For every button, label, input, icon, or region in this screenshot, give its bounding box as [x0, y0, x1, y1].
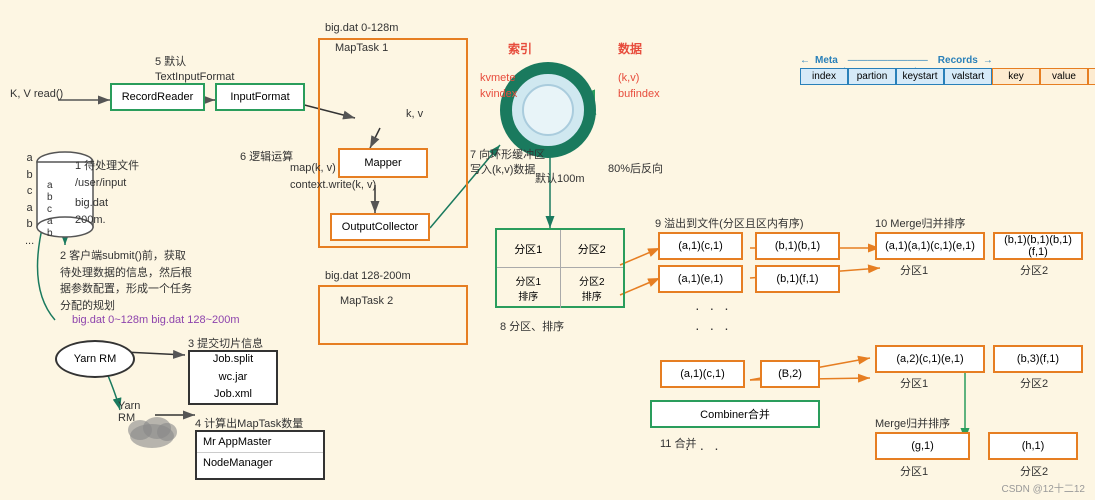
record-reader-box: RecordReader: [110, 83, 205, 111]
spill-b1f1-box: (b,1)(f,1): [755, 265, 840, 293]
partition2-merge-label: 分区2: [1020, 262, 1048, 278]
partion-col: partion: [848, 68, 896, 85]
file-info-label: 1 待处理文件 /user/input big.dat 200m.: [75, 158, 139, 228]
kv-label: k, v: [406, 108, 423, 120]
final-h1-box: (h,1): [988, 432, 1078, 460]
job-files-box: Job.split wc.jar Job.xml: [188, 350, 278, 405]
default-100m-label: 默认100m: [535, 170, 585, 186]
kvindex-label: kvindex: [480, 88, 517, 100]
value-col: value: [1040, 68, 1088, 85]
submit-info3-label: 3 提交切片信息: [188, 335, 263, 351]
svg-text:a: a: [47, 180, 53, 191]
svg-text:b: b: [47, 192, 53, 203]
big-dat-128-200-container: [318, 285, 468, 345]
maptask2-label: MapTask 2: [340, 295, 393, 307]
dots3: · · ·: [685, 440, 722, 456]
kv-data-label: (k,v): [618, 72, 639, 84]
client-oval: Yarn RM: [55, 340, 135, 378]
app-master-box: Mr AppMaster NodeManager: [195, 430, 325, 480]
index-col: index: [800, 68, 848, 85]
key-col: key: [992, 68, 1040, 85]
dots2: · · ·: [695, 320, 732, 336]
partition1-merge-label: 分区1: [900, 262, 928, 278]
merge-result1-box: (a,1)(a,1)(c,1)(e,1): [875, 232, 985, 260]
footer: CSDN @12十二12: [1001, 480, 1085, 495]
diagram-container: K, V read() RecordReader 5 默认 TextInputF…: [0, 0, 1095, 500]
partition2-final-label: 分区2: [1020, 463, 1048, 479]
merge-sort-label: 10 Merge归并排序: [875, 215, 965, 231]
big-dat-128-200-label: big.dat 128-200m: [325, 270, 411, 282]
index-label: 索引: [508, 40, 532, 57]
kv-read-label: K, V read(): [10, 88, 63, 100]
combine-result1-box: (a,2)(c,1)(e,1): [875, 345, 985, 373]
reverse-80-label: 80%后反向: [608, 160, 663, 176]
combiner-a1c1-box: (a,1)(c,1): [660, 360, 745, 388]
sort-label: 8 分区、排序: [500, 318, 564, 334]
partition2-cell: 分区2: [561, 230, 624, 267]
compute-maptask-label: 4 计算出MapTask数量: [195, 415, 303, 431]
dots1: · · ·: [695, 300, 732, 316]
input-format-box: InputFormat: [215, 83, 305, 111]
spill-b1b1-box: (b,1)(b,1): [755, 232, 840, 260]
merge-sort2-label: Merge归并排序: [875, 415, 950, 431]
merge-result2-box: (b,1)(b,1)(b,1)(f,1): [993, 232, 1083, 260]
svg-text:a: a: [47, 216, 53, 227]
map-code-label: map(k, v) context.write(k, v): [290, 160, 376, 193]
big-dat-0-128-label: big.dat 0-128m: [325, 22, 398, 34]
valstart-col: valstart: [944, 68, 992, 85]
data-label: 数据: [618, 40, 642, 57]
combiner-B2-box: (B,2): [760, 360, 820, 388]
write-buffer-label: 7 向环形缓冲区 写入(k,v)数据: [470, 148, 545, 179]
partition1-final-label: 分区1: [900, 463, 928, 479]
logic-compute-label: 6 逻辑运算: [240, 148, 293, 164]
spill-a1c1-box: (a,1)(c,1): [658, 232, 743, 260]
cloud-shape: [125, 408, 180, 451]
svg-text:b: b: [47, 228, 53, 239]
spill-label: 9 溢出到文件(分区且区内有序): [655, 215, 804, 231]
final-g1-box: (g,1): [875, 432, 970, 460]
maptask1-label: MapTask 1: [335, 42, 388, 54]
partition2-sort-cell: 分区2排序: [561, 268, 624, 308]
default-text-label: 5 默认 TextInputFormat: [155, 55, 234, 86]
partition1-cell: 分区1: [497, 230, 561, 267]
partition-outer-box: 分区1 分区2 分区1排序 分区2排序: [495, 228, 625, 308]
file-cuts-label: big.dat 0~128m big.dat 128~200m: [72, 312, 240, 329]
partition1-combine-label: 分区1: [900, 375, 928, 391]
file-label: abcab...: [15, 150, 34, 249]
spill-a1e1-box: (a,1)(e,1): [658, 265, 743, 293]
keystart-col: keystart: [896, 68, 944, 85]
partition2-combine-label: 分区2: [1020, 375, 1048, 391]
meta-records-table: ← Meta ———————— Records → index partion …: [800, 55, 1095, 85]
combine-result2-box: (b,3)(f,1): [993, 345, 1083, 373]
unused-col: unused: [1088, 68, 1095, 85]
submit-info-label: 2 客户端submit()前，获取 待处理数据的信息，然后根 据参数配置，形成一…: [60, 248, 192, 314]
output-collector-box: OutputCollector: [330, 213, 430, 241]
combiner-merge-box: Combiner合并: [650, 400, 820, 428]
partition1-sort-cell: 分区1排序: [497, 268, 561, 308]
svg-text:c: c: [47, 204, 52, 215]
kvmete-label: kvmete: [480, 72, 515, 84]
bufindex-label: bufindex: [618, 88, 660, 100]
